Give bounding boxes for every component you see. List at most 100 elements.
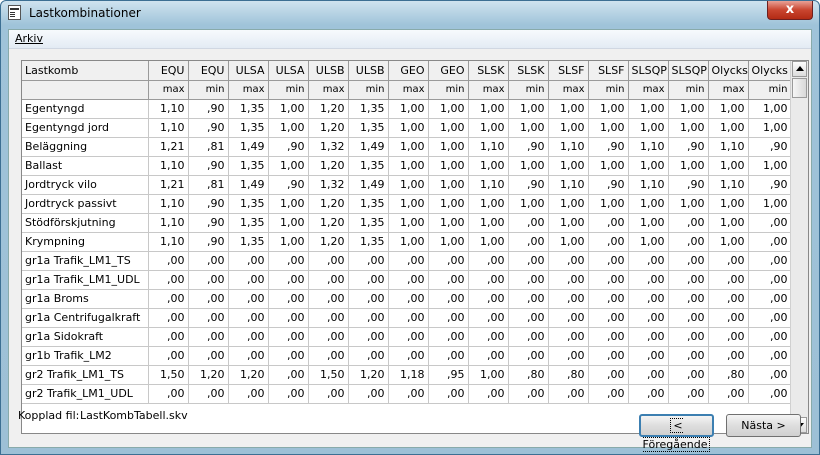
column-header[interactable]: EQU bbox=[188, 61, 229, 81]
value-cell[interactable]: 1,00 bbox=[628, 99, 669, 119]
value-cell[interactable]: ,00 bbox=[668, 346, 709, 366]
value-cell[interactable]: ,00 bbox=[188, 384, 229, 404]
value-cell[interactable]: 1,00 bbox=[548, 99, 589, 119]
value-cell[interactable]: ,00 bbox=[228, 327, 269, 347]
value-cell[interactable]: 1,00 bbox=[428, 213, 469, 233]
value-cell[interactable]: ,00 bbox=[228, 308, 269, 328]
value-cell[interactable]: 1,00 bbox=[708, 118, 749, 138]
value-cell[interactable]: 1,35 bbox=[228, 213, 269, 233]
value-cell[interactable]: ,00 bbox=[588, 346, 629, 366]
value-cell[interactable]: 1,00 bbox=[468, 99, 509, 119]
value-cell[interactable]: ,00 bbox=[188, 270, 229, 290]
value-cell[interactable]: ,00 bbox=[268, 327, 309, 347]
value-cell[interactable]: 1,35 bbox=[228, 99, 269, 119]
value-cell[interactable]: 1,00 bbox=[748, 118, 792, 138]
value-cell[interactable]: 1,00 bbox=[628, 213, 669, 233]
value-cell[interactable]: ,00 bbox=[628, 308, 669, 328]
value-cell[interactable]: 1,00 bbox=[268, 213, 309, 233]
value-cell[interactable]: ,00 bbox=[388, 384, 429, 404]
column-header[interactable]: Olycks bbox=[748, 61, 792, 81]
row-label-cell[interactable]: Krympning bbox=[22, 232, 149, 252]
value-cell[interactable]: 1,10 bbox=[468, 175, 509, 195]
value-cell[interactable]: ,00 bbox=[188, 289, 229, 309]
value-cell[interactable]: 1,00 bbox=[628, 232, 669, 252]
value-cell[interactable]: ,00 bbox=[508, 384, 549, 404]
value-cell[interactable]: ,00 bbox=[748, 232, 792, 252]
value-cell[interactable]: ,00 bbox=[428, 270, 469, 290]
value-cell[interactable]: ,00 bbox=[548, 270, 589, 290]
value-cell[interactable]: ,00 bbox=[148, 251, 189, 271]
row-label-cell[interactable]: Beläggning bbox=[22, 137, 149, 157]
value-cell[interactable]: 1,00 bbox=[388, 156, 429, 176]
value-cell[interactable]: 1,00 bbox=[708, 213, 749, 233]
value-cell[interactable]: 1,00 bbox=[428, 194, 469, 214]
value-cell[interactable]: ,00 bbox=[748, 365, 792, 385]
value-cell[interactable]: ,00 bbox=[708, 384, 749, 404]
value-cell[interactable]: ,00 bbox=[228, 270, 269, 290]
value-cell[interactable]: ,00 bbox=[228, 251, 269, 271]
value-cell[interactable]: 1,00 bbox=[548, 156, 589, 176]
value-cell[interactable]: ,00 bbox=[428, 308, 469, 328]
value-cell[interactable]: 1,20 bbox=[348, 365, 389, 385]
value-cell[interactable]: ,00 bbox=[308, 289, 349, 309]
value-cell[interactable]: ,00 bbox=[428, 289, 469, 309]
value-cell[interactable]: 1,00 bbox=[548, 194, 589, 214]
value-cell[interactable]: ,00 bbox=[428, 327, 469, 347]
value-cell[interactable]: ,00 bbox=[468, 308, 509, 328]
value-cell[interactable]: 1,10 bbox=[148, 232, 189, 252]
value-cell[interactable]: 1,00 bbox=[468, 365, 509, 385]
value-cell[interactable]: ,00 bbox=[428, 346, 469, 366]
value-cell[interactable]: 1,00 bbox=[468, 194, 509, 214]
value-cell[interactable]: ,81 bbox=[188, 175, 229, 195]
value-cell[interactable]: ,00 bbox=[148, 289, 189, 309]
value-cell[interactable]: ,00 bbox=[228, 346, 269, 366]
value-cell[interactable]: ,90 bbox=[508, 175, 549, 195]
value-cell[interactable]: ,00 bbox=[668, 289, 709, 309]
value-cell[interactable]: ,00 bbox=[228, 384, 269, 404]
value-cell[interactable]: ,00 bbox=[628, 327, 669, 347]
value-cell[interactable]: ,00 bbox=[588, 232, 629, 252]
column-header[interactable]: SLSQP bbox=[668, 61, 709, 81]
value-cell[interactable]: ,90 bbox=[268, 137, 309, 157]
value-cell[interactable]: 1,49 bbox=[228, 137, 269, 157]
value-cell[interactable]: ,00 bbox=[628, 289, 669, 309]
value-cell[interactable]: ,00 bbox=[748, 213, 792, 233]
value-cell[interactable]: ,00 bbox=[428, 384, 469, 404]
previous-button[interactable]: < Föregående bbox=[639, 414, 714, 452]
next-button[interactable]: Nästa > bbox=[726, 414, 801, 437]
value-cell[interactable]: ,90 bbox=[188, 118, 229, 138]
value-cell[interactable]: ,00 bbox=[628, 270, 669, 290]
value-cell[interactable]: 1,10 bbox=[708, 137, 749, 157]
row-label-cell[interactable]: Egentyngd jord bbox=[22, 118, 149, 138]
value-cell[interactable]: 1,00 bbox=[508, 99, 549, 119]
value-cell[interactable]: 1,21 bbox=[148, 175, 189, 195]
value-cell[interactable]: 1,00 bbox=[708, 194, 749, 214]
value-cell[interactable]: 1,35 bbox=[228, 194, 269, 214]
value-cell[interactable]: ,00 bbox=[708, 346, 749, 366]
value-cell[interactable]: ,00 bbox=[348, 289, 389, 309]
row-label-cell[interactable]: gr1b Trafik_LM2 bbox=[22, 346, 149, 366]
value-cell[interactable]: ,00 bbox=[668, 232, 709, 252]
value-cell[interactable]: ,00 bbox=[748, 308, 792, 328]
value-cell[interactable]: ,00 bbox=[188, 327, 229, 347]
value-cell[interactable]: ,90 bbox=[588, 175, 629, 195]
value-cell[interactable]: ,90 bbox=[588, 137, 629, 157]
value-cell[interactable]: ,00 bbox=[508, 289, 549, 309]
row-label-cell[interactable]: gr1a Sidokraft bbox=[22, 327, 149, 347]
column-header[interactable]: SLSK bbox=[508, 61, 549, 81]
row-label-cell[interactable]: gr1a Trafik_LM1_TS bbox=[22, 251, 149, 271]
value-cell[interactable]: 1,00 bbox=[668, 156, 709, 176]
value-cell[interactable]: ,00 bbox=[148, 384, 189, 404]
value-cell[interactable]: ,00 bbox=[748, 270, 792, 290]
value-cell[interactable]: ,00 bbox=[308, 308, 349, 328]
value-cell[interactable]: 1,50 bbox=[308, 365, 349, 385]
value-cell[interactable]: ,00 bbox=[588, 384, 629, 404]
value-cell[interactable]: ,00 bbox=[508, 270, 549, 290]
value-cell[interactable]: ,90 bbox=[508, 137, 549, 157]
value-cell[interactable]: ,00 bbox=[388, 327, 429, 347]
value-cell[interactable]: 1,00 bbox=[428, 118, 469, 138]
value-cell[interactable]: ,00 bbox=[548, 384, 589, 404]
value-cell[interactable]: 1,00 bbox=[388, 213, 429, 233]
value-cell[interactable]: 1,00 bbox=[388, 232, 429, 252]
value-cell[interactable]: 1,00 bbox=[468, 156, 509, 176]
